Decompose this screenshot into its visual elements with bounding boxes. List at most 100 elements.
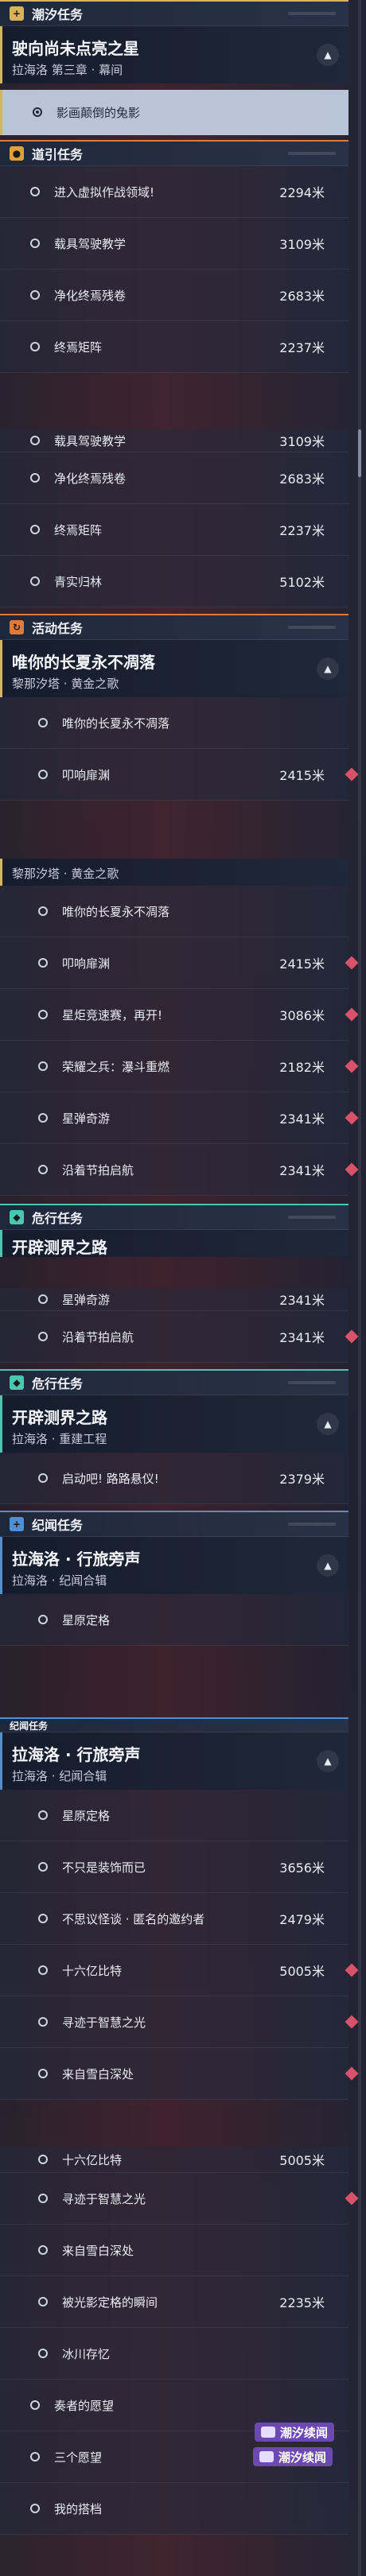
activity-quest-header[interactable]: 唯你的长夏永不凋落 黎那汐塔 · 黄金之歌 ▲ <box>0 640 348 697</box>
tag-icon <box>259 2451 274 2462</box>
target-icon <box>30 342 40 351</box>
collapse-icon[interactable]: ▲ <box>317 1413 339 1435</box>
danger-icon: ◆ <box>10 1210 24 1224</box>
story-quest-header[interactable]: 拉海洛 · 行旅旁声 拉海洛 · 纪闻合辑 ▲ <box>0 1537 348 1594</box>
list-item[interactable]: 净化终焉残卷 2683米 <box>0 270 348 321</box>
item-distance: 2341米 <box>279 1163 325 1178</box>
target-icon <box>38 1914 48 1923</box>
list-item[interactable]: 星炬竞速赛，再开! 3086米 <box>0 989 359 1041</box>
list-item[interactable]: 我的搭档 <box>0 2483 348 2535</box>
target-icon <box>38 2349 48 2358</box>
item-label: 星原定格 <box>62 1612 111 1627</box>
category-danger[interactable]: ◆ 危行任务 <box>0 1369 348 1395</box>
list-item[interactable]: 寻迹于智慧之光 <box>0 2173 359 2225</box>
category-label: 活动任务 <box>32 621 84 636</box>
list-item[interactable]: 载具驾驶教学 3109米 <box>0 429 348 452</box>
collapse-icon[interactable]: ▲ <box>317 44 339 66</box>
target-icon <box>38 2069 48 2078</box>
target-icon <box>38 2194 48 2203</box>
item-label: 终焉矩阵 <box>54 522 103 537</box>
target-icon <box>30 187 40 196</box>
list-item[interactable]: 沿着节拍启航 2341米 <box>0 1311 359 1363</box>
target-icon <box>30 2504 40 2513</box>
list-item[interactable]: 唯你的长夏永不凋落 <box>0 697 348 749</box>
marker-icon <box>345 1162 359 1177</box>
category-activity[interactable]: ↻ 活动任务 <box>0 614 348 640</box>
target-icon <box>38 1010 48 1019</box>
marker-icon <box>345 1329 359 1344</box>
item-distance: 2415米 <box>279 956 325 972</box>
list-item[interactable]: 星原定格 <box>0 1594 348 1646</box>
list-item[interactable]: 进入虚拟作战领域! 2294米 <box>0 166 348 218</box>
list-item[interactable]: 沿着节拍启航 2341米 <box>0 1144 359 1196</box>
target-icon <box>30 290 40 300</box>
category-label: 纪闻任务 <box>10 1720 49 1732</box>
panel-story-bottom: 十六亿比特 5005米 寻迹于智慧之光 来自雪白深处 被光影定格的瞬间 2235米 … <box>0 2147 359 2535</box>
list-item[interactable]: 星原定格 <box>0 1790 348 1841</box>
category-label: 危行任务 <box>32 1376 84 1391</box>
list-item[interactable]: 启动吧! 路路悬仪! 2379米 <box>0 1453 348 1504</box>
list-item[interactable]: 载具驾驶教学 3109米 <box>0 218 348 270</box>
danger-quest-header[interactable]: 开辟测界之路 拉海洛 · 重建工程 ▲ <box>0 1395 348 1453</box>
category-chaoxi[interactable]: + 潮汐任务 <box>0 0 348 26</box>
quest-subtitle: 黎那汐塔 · 黄金之歌 <box>12 677 119 691</box>
main-quest-header[interactable]: 驶向尚未点亮之星 拉海洛 第三章 · 幕间 ▲ <box>0 26 348 83</box>
quest-title: 唯你的长夏永不凋落 <box>12 653 155 672</box>
list-item[interactable]: 荣耀之兵：瀑斗重燃 2182米 <box>0 1041 359 1092</box>
target-icon <box>33 107 42 117</box>
activity-quest-header-partial[interactable]: 黎那汐塔 · 黄金之歌 <box>0 859 348 886</box>
list-item[interactable]: 叩响扉渊 2415米 <box>0 937 359 989</box>
list-item[interactable]: 唯你的长夏永不凋落 <box>0 886 348 937</box>
collapse-icon[interactable]: ▲ <box>317 1750 339 1772</box>
marker-icon <box>345 2066 359 2081</box>
list-item[interactable]: 不思议怪谈 · 匿名的邀约者 2479米 <box>0 1893 348 1945</box>
collapse-icon[interactable]: ▲ <box>317 1554 339 1577</box>
list-item[interactable]: 不只是装饰而已 3656米 <box>0 1841 348 1893</box>
list-item[interactable]: 十六亿比特 5005米 <box>0 2147 348 2173</box>
marker-icon <box>345 767 359 782</box>
quest-title: 驶向尚未点亮之星 <box>12 39 139 58</box>
item-distance: 2341米 <box>279 1293 325 1308</box>
target-icon <box>38 2155 48 2164</box>
list-item[interactable]: 来自雪白深处 <box>0 2048 359 2100</box>
quest-step-selected[interactable]: 影画颠倒的兔影 <box>0 90 348 135</box>
list-item[interactable]: 冰川存忆 <box>0 2328 348 2380</box>
marker-icon <box>345 1059 359 1073</box>
item-label: 沿着节拍启航 <box>62 1162 134 1177</box>
quest-title: 拉海洛 · 行旅旁声 <box>12 1745 141 1764</box>
target-icon <box>38 1113 48 1123</box>
list-item[interactable]: 来自雪白深处 <box>0 2225 348 2276</box>
list-item[interactable]: 被光影定格的瞬间 2235米 <box>0 2276 348 2328</box>
target-icon <box>38 906 48 916</box>
target-icon <box>38 1862 48 1872</box>
category-danger[interactable]: ◆ 危行任务 <box>0 1204 348 1230</box>
collapse-icon[interactable]: ▲ <box>317 658 339 680</box>
list-item[interactable]: 终焉矩阵 2237米 <box>0 504 348 556</box>
item-label: 星弹奇游 <box>62 1292 111 1307</box>
list-item[interactable]: 青实归林 5102米 <box>0 556 348 607</box>
list-item[interactable]: 净化终焉残卷 2683米 <box>0 452 348 504</box>
scrollbar-track[interactable] <box>358 0 361 2576</box>
item-distance: 2237米 <box>279 523 325 538</box>
list-item[interactable]: 寻迹于智慧之光 <box>0 1996 359 2048</box>
list-item[interactable]: 星弹奇游 2341米 <box>0 1288 348 1311</box>
target-icon <box>30 525 40 534</box>
item-label: 唯你的长夏永不凋落 <box>62 904 170 919</box>
panel-story: 纪闻任务 拉海洛 · 行旅旁声 拉海洛 · 纪闻合辑 ▲ 星原定格 不只是装饰而… <box>0 1717 359 2100</box>
item-distance: 5005米 <box>279 2153 325 2168</box>
story-quest-header[interactable]: 拉海洛 · 行旅旁声 拉海洛 · 纪闻合辑 ▲ <box>0 1732 348 1790</box>
decor-line <box>288 1381 336 1384</box>
item-label: 星弹奇游 <box>62 1111 111 1126</box>
danger-quest-header-partial[interactable]: 开辟测界之路 <box>0 1230 348 1257</box>
item-label: 唯你的长夏永不凋落 <box>62 716 170 731</box>
scrollbar-thumb[interactable] <box>358 429 361 477</box>
item-label: 荣耀之兵：瀑斗重燃 <box>62 1059 170 1074</box>
category-story[interactable]: + 纪闻任务 <box>0 1511 348 1537</box>
list-item[interactable]: 十六亿比特 5005米 <box>0 1945 359 1996</box>
category-guide[interactable]: ● 道引任务 <box>0 140 348 166</box>
list-item[interactable]: 叩响扉渊 2415米 <box>0 749 359 801</box>
list-item[interactable]: 星弹奇游 2341米 <box>0 1092 359 1144</box>
category-story-partial[interactable]: 纪闻任务 <box>0 1717 348 1732</box>
item-distance: 2294米 <box>279 185 325 200</box>
list-item[interactable]: 终焉矩阵 2237米 <box>0 321 348 373</box>
